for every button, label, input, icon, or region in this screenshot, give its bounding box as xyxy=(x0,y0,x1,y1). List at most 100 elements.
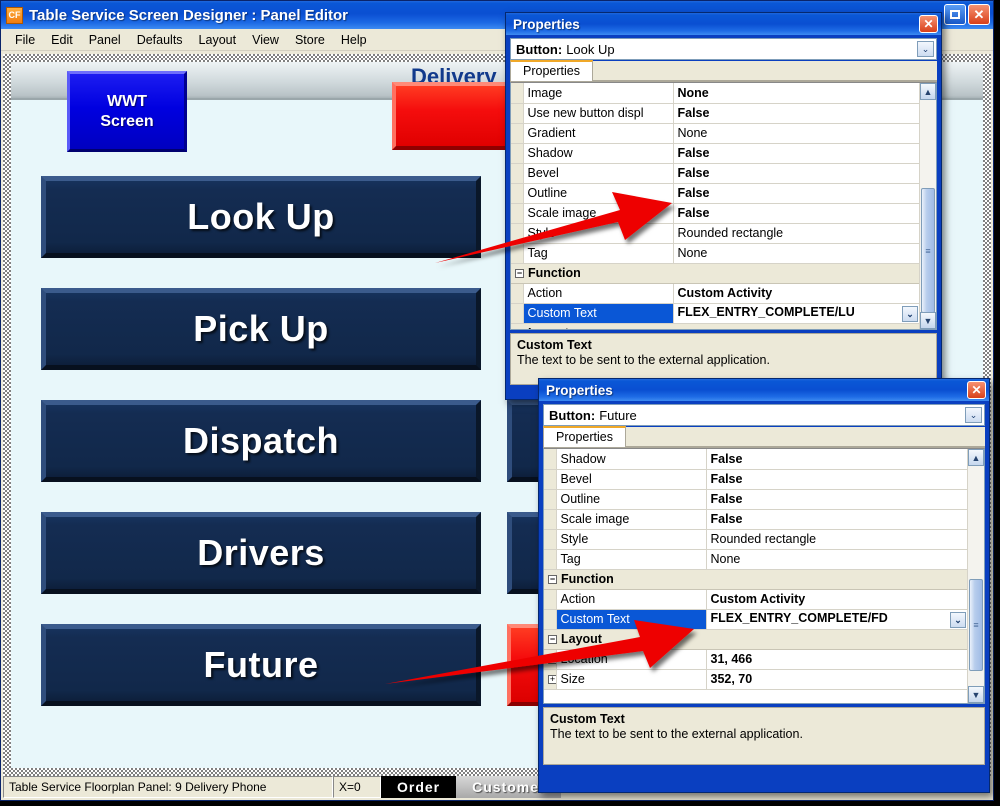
dialog2-scroll-thumb[interactable] xyxy=(969,579,983,671)
restore-button[interactable] xyxy=(944,4,966,25)
property-value[interactable]: None xyxy=(673,83,919,103)
property-row[interactable]: StyleRounded rectangle xyxy=(511,223,919,243)
dialog2-object-selector-chevron-down-icon[interactable]: ⌄ xyxy=(965,407,982,423)
property-value[interactable]: False xyxy=(706,509,967,529)
property-row[interactable]: TagNone xyxy=(511,243,919,263)
property-row[interactable]: OutlineFalse xyxy=(511,183,919,203)
dialog1-close-button[interactable]: ✕ xyxy=(919,15,938,33)
property-value[interactable]: None xyxy=(706,549,967,569)
property-row[interactable]: +Location31, 466 xyxy=(544,649,967,669)
property-value[interactable]: False xyxy=(673,203,919,223)
property-row[interactable]: StyleRounded rectangle xyxy=(544,529,967,549)
property-category-row[interactable]: −Layout xyxy=(511,323,919,329)
panel-button-future[interactable]: Future xyxy=(41,624,481,706)
menu-item-layout[interactable]: Layout xyxy=(191,31,245,49)
property-gutter xyxy=(544,489,556,509)
property-gutter: + xyxy=(544,649,556,669)
close-button[interactable]: ✕ xyxy=(968,4,990,25)
panel-button-drivers[interactable]: Drivers xyxy=(41,512,481,594)
dialog2-close-button[interactable]: ✕ xyxy=(967,381,986,399)
menu-item-help[interactable]: Help xyxy=(333,31,375,49)
property-row[interactable]: GradientNone xyxy=(511,123,919,143)
property-value[interactable]: False xyxy=(673,103,919,123)
property-value[interactable]: 31, 466 xyxy=(706,649,967,669)
expand-expander-icon[interactable]: + xyxy=(548,655,556,664)
dialog1-vertical-scrollbar[interactable]: ▲ ▼ xyxy=(919,83,936,329)
property-value[interactable]: Rounded rectangle xyxy=(706,529,967,549)
panel-button-look-up[interactable]: Look Up xyxy=(41,176,481,258)
dialog2-scroll-up-icon[interactable]: ▲ xyxy=(968,449,984,466)
property-row[interactable]: BevelFalse xyxy=(544,469,967,489)
dialog1-scroll-down-icon[interactable]: ▼ xyxy=(920,312,936,329)
property-value[interactable]: Rounded rectangle xyxy=(673,223,919,243)
property-value[interactable]: False xyxy=(706,469,967,489)
property-value[interactable]: None xyxy=(673,123,919,143)
dialog2-property-grid[interactable]: ShadowFalseBevelFalseOutlineFalseScale i… xyxy=(543,448,985,704)
dialog2-titlebar[interactable]: Properties ✕ xyxy=(539,379,989,401)
dialog1-property-grid[interactable]: ImageNoneUse new button displFalseGradie… xyxy=(510,82,937,330)
menu-item-view[interactable]: View xyxy=(244,31,287,49)
collapse-expander-icon[interactable]: − xyxy=(515,269,524,278)
dialog1-object-selector[interactable]: Button: Look Up ⌄ xyxy=(510,38,937,60)
property-category-row[interactable]: −Function xyxy=(544,569,967,589)
tab-order[interactable]: Order xyxy=(381,776,456,798)
property-value[interactable]: False xyxy=(706,449,967,469)
menu-item-store[interactable]: Store xyxy=(287,31,333,49)
property-value[interactable]: False xyxy=(673,163,919,183)
property-row[interactable]: Custom Text⌄FLEX_ENTRY_COMPLETE/FD xyxy=(544,609,967,629)
expand-expander-icon[interactable]: + xyxy=(548,675,556,684)
dialog2-object-name: Future xyxy=(599,408,637,423)
dialog1-scroll-thumb[interactable] xyxy=(921,188,935,313)
dialog1-scroll-up-icon[interactable]: ▲ xyxy=(920,83,936,100)
wwt-screen-button[interactable]: WWT Screen xyxy=(67,71,187,152)
property-row[interactable]: Custom Text⌄FLEX_ENTRY_COMPLETE/LU xyxy=(511,303,919,323)
property-value[interactable]: Custom Activity xyxy=(673,283,919,303)
property-category-label: −Function xyxy=(511,263,919,283)
property-value[interactable]: 352, 70 xyxy=(706,669,967,689)
property-row[interactable]: ActionCustom Activity xyxy=(544,589,967,609)
panel-button-pick-up[interactable]: Pick Up xyxy=(41,288,481,370)
panel-button-dispatch[interactable]: Dispatch xyxy=(41,400,481,482)
property-category-row[interactable]: −Function xyxy=(511,263,919,283)
menu-item-file[interactable]: File xyxy=(7,31,43,49)
property-value[interactable]: ⌄FLEX_ENTRY_COMPLETE/LU xyxy=(673,303,919,323)
dialog2-tab-properties[interactable]: Properties xyxy=(543,426,626,447)
property-value[interactable]: ⌄FLEX_ENTRY_COMPLETE/FD xyxy=(706,609,967,629)
property-name: Outline xyxy=(523,183,673,203)
property-row[interactable]: Scale imageFalse xyxy=(544,509,967,529)
property-row[interactable]: OutlineFalse xyxy=(544,489,967,509)
menu-item-panel[interactable]: Panel xyxy=(81,31,129,49)
dialog1-titlebar[interactable]: Properties ✕ xyxy=(506,13,941,35)
property-value-chevron-down-icon[interactable]: ⌄ xyxy=(950,612,966,628)
property-row[interactable]: BevelFalse xyxy=(511,163,919,183)
property-row[interactable]: +Size352, 70 xyxy=(544,669,967,689)
menu-item-edit[interactable]: Edit xyxy=(43,31,81,49)
property-name: Bevel xyxy=(556,469,706,489)
menu-item-defaults[interactable]: Defaults xyxy=(129,31,191,49)
property-value[interactable]: Custom Activity xyxy=(706,589,967,609)
status-coordinates: X=0 xyxy=(333,776,381,798)
property-value[interactable]: False xyxy=(706,489,967,509)
dialog2-object-selector[interactable]: Button: Future ⌄ xyxy=(543,404,985,426)
collapse-expander-icon[interactable]: − xyxy=(548,635,557,644)
property-row[interactable]: ActionCustom Activity xyxy=(511,283,919,303)
dialog1-tab-properties[interactable]: Properties xyxy=(510,60,593,81)
property-row[interactable]: TagNone xyxy=(544,549,967,569)
property-value[interactable]: False xyxy=(673,183,919,203)
property-row[interactable]: ImageNone xyxy=(511,83,919,103)
property-gutter xyxy=(511,283,523,303)
property-value[interactable]: None xyxy=(673,243,919,263)
dialog2-vertical-scrollbar[interactable]: ▲ ▼ xyxy=(967,449,984,703)
dialog2-scroll-down-icon[interactable]: ▼ xyxy=(968,686,984,703)
property-gutter xyxy=(511,203,523,223)
property-row[interactable]: Scale imageFalse xyxy=(511,203,919,223)
property-row[interactable]: ShadowFalse xyxy=(511,143,919,163)
property-value-chevron-down-icon[interactable]: ⌄ xyxy=(902,306,918,322)
property-value[interactable]: False xyxy=(673,143,919,163)
dialog1-object-selector-chevron-down-icon[interactable]: ⌄ xyxy=(917,41,934,57)
property-row[interactable]: ShadowFalse xyxy=(544,449,967,469)
property-gutter xyxy=(511,163,523,183)
collapse-expander-icon[interactable]: − xyxy=(548,575,557,584)
property-row[interactable]: Use new button displFalse xyxy=(511,103,919,123)
property-category-row[interactable]: −Layout xyxy=(544,629,967,649)
